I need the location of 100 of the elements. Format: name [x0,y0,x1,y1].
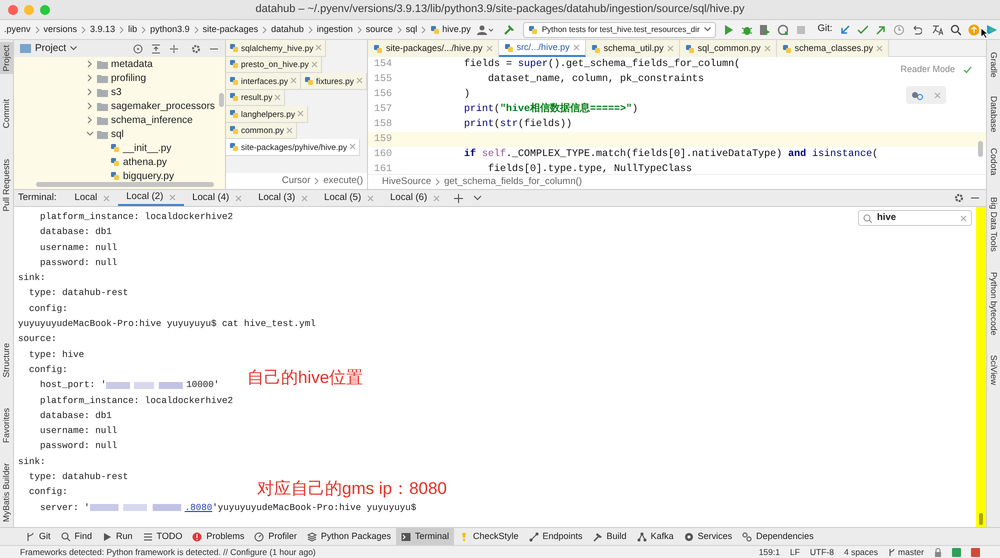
search-field[interactable]: hive [858,210,972,226]
tree-item[interactable]: sql [111,126,124,142]
breadcrumb[interactable]: versions [42,22,80,36]
editor-tab[interactable]: src/.../hive.py [498,40,586,57]
breadcrumb[interactable]: source [364,22,395,36]
tool-window-button[interactable]: Find [56,528,98,545]
breadcrumb[interactable]: 3.9.13 [88,22,118,36]
tool-window-button[interactable]: Build [588,528,632,545]
terminal-line: password: null [39,439,118,454]
tool-window-button[interactable]: Run [97,528,138,545]
link[interactable]: .8080 [184,500,212,515]
editor-tab[interactable]: interfaces.py [226,73,302,90]
code-line: ) [463,88,470,102]
file-encoding[interactable]: UTF-8 [810,546,834,558]
terminal-line: sink: [18,271,46,286]
breadcrumb[interactable]: HiveSource [382,174,432,190]
line-separator[interactable]: LF [790,546,800,558]
editor-tab[interactable]: presto_on_hive.py [226,56,322,73]
editor-tab[interactable]: sqlalchemy_hive.py [226,40,326,56]
reader-mode-link[interactable]: Reader Mode [900,63,955,76]
breadcrumb[interactable]: site-packages [200,22,260,36]
tree-item[interactable]: __init__.py [123,140,172,156]
code-line: print("hive相信数据信息=====>") [463,102,638,117]
breadcrumb[interactable]: datahub [269,22,306,36]
tool-window-button[interactable]: Terminal [396,528,454,545]
window-title: datahub – ~/.pyenv/versions/3.9.13/lib/python3.9/site-packages/datahub/ingestion/source/sql/hive.py [256,2,744,18]
breadcrumb[interactable]: execute() [323,174,363,188]
breadcrumb[interactable]: ingestion [314,22,355,36]
terminal-line: database: db1 [39,225,112,240]
tool-window-button[interactable]: CheckStyle [454,528,524,545]
tool-window-tab[interactable]: Codota [987,148,1000,176]
tree-item[interactable]: bigquery.py [123,168,174,184]
terminal-line: type: datahub-rest [28,286,128,300]
tool-window-tab[interactable]: Database [987,96,1000,132]
tool-window-button[interactable]: TODO [138,528,188,545]
tool-window-button[interactable]: Kafka [632,528,679,545]
tool-window-button[interactable]: Problems [187,528,250,545]
breadcrumb[interactable]: .pyenv [2,22,33,36]
line-number: 154 [373,58,394,72]
tool-window-button[interactable]: Dependencies [737,528,819,545]
editor-tab[interactable]: fixtures.py [301,73,367,90]
editor-tab[interactable]: schema_classes.py [776,40,890,57]
editor-tab[interactable]: site-packages/.../hive.py [368,40,499,57]
editor-tab[interactable]: sql_common.py [680,40,777,57]
tool-window-tab[interactable]: SciView [987,355,1000,386]
tool-window-tab[interactable]: Big Data Tools [987,197,1000,252]
line-number: 156 [373,88,394,102]
tool-window-tab[interactable]: MyBatis Builder [0,460,14,525]
tool-window-tab[interactable]: Project [0,42,14,74]
run-configuration-dropdown[interactable]: Python tests for test_hive.test_resources_dir [522,22,716,38]
terminal-line: database: db1 [39,408,112,423]
line-number: 158 [373,118,394,132]
breadcrumb[interactable]: lib [126,22,140,36]
git-label: Git: [818,22,832,36]
editor-tab[interactable]: schema_util.py [586,40,680,57]
terminal-line: type: datahub-rest [28,470,128,484]
tree-item[interactable]: athena.py [123,154,167,170]
project-view-title[interactable]: Project [35,41,66,56]
breadcrumb[interactable]: get_schema_fields_for_column() [444,174,582,190]
indent-setting[interactable]: 4 spaces [844,546,878,558]
terminal-line: password: null [39,256,118,270]
tool-window-button[interactable]: Endpoints [524,528,588,545]
tool-window-tab[interactable]: Structure [0,340,14,381]
tree-item[interactable]: s3 [111,84,122,100]
terminal-line: sink: [18,454,46,469]
tool-window-tab[interactable]: Python bytecode [987,272,1000,336]
tool-window-button[interactable]: Git [20,528,56,545]
tool-window-button[interactable]: Profiler [249,528,302,545]
breadcrumb[interactable]: Cursor [282,174,310,188]
cursor-position[interactable]: 159:1 [758,546,780,558]
editor-tab[interactable]: common.py [226,122,297,139]
tree-item[interactable]: schema_inference [111,112,193,128]
tool-window-tab[interactable]: Pull Requests [0,156,14,214]
git-branch[interactable]: master [888,546,924,558]
tool-window-button[interactable]: Services [678,528,738,545]
code-line: print(str(fields)) [463,118,572,132]
terminal-tab[interactable]: Local (3) [250,190,316,206]
terminal-tab[interactable]: Local (4) [184,190,250,206]
tree-item[interactable]: sagemaker_processors [111,98,215,114]
line-number: 160 [373,148,394,162]
terminal-tab[interactable]: Local [66,190,118,206]
breadcrumb-text[interactable]: hive.py [442,22,471,36]
code-line: fields[0].type.type, NullTypeClass [487,162,692,174]
tree-item[interactable]: metadata [111,56,153,72]
terminal-line: platform_instance: localdockerhive2 [39,210,234,224]
breadcrumb[interactable]: sql [404,22,420,36]
terminal-tab[interactable]: Local (6) [382,190,448,206]
terminal-text: 10000' [186,378,220,392]
tool-window-tab[interactable]: Favorites [0,404,14,446]
tree-item[interactable]: profiling [111,70,146,86]
editor-tab[interactable]: langhelpers.py [226,106,308,122]
terminal-title: Terminal: [18,190,58,205]
editor-tab[interactable]: site-packages/pyhive/hive.py [226,139,360,156]
editor-tab[interactable]: result.py [226,90,286,106]
tool-window-tab[interactable]: Commit [0,96,14,132]
status-message[interactable]: Frameworks detected: Python framework is detected. // Configure (1 hour ago) [20,546,749,558]
tool-window-button[interactable]: Python Packages [302,528,396,545]
tool-window-tab[interactable]: Gradle [987,52,1000,78]
terminal-tab[interactable]: Local (5) [316,190,382,206]
breadcrumb[interactable]: python3.9 [148,22,192,36]
